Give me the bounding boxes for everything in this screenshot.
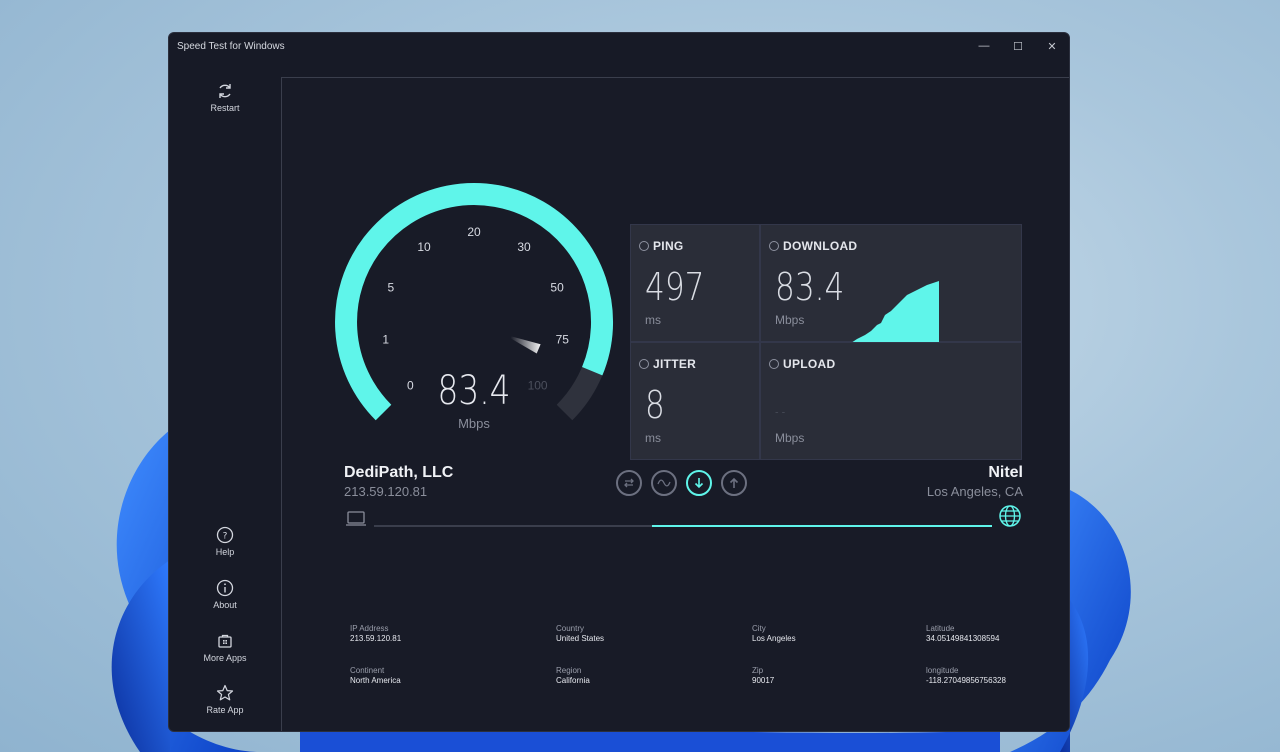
ip-address-label: IP Address: [350, 624, 389, 633]
server-location: Los Angeles, CA: [926, 484, 1023, 499]
app-window: Speed Test for Windows — ☐ ✕ Restart ? H…: [168, 32, 1070, 732]
jitter-icon: [639, 359, 649, 369]
jitter-tile: JITTER 8 ms: [630, 342, 760, 460]
download-value: 83.4: [775, 265, 845, 309]
gauge-tick-label: 50: [550, 281, 564, 295]
download-unit: Mbps: [775, 313, 805, 327]
help-icon: ?: [216, 526, 234, 544]
restart-button[interactable]: Restart: [169, 81, 281, 113]
ip-address-value: 213.59.120.81: [350, 634, 402, 643]
globe-icon: [999, 505, 1021, 527]
latitude-value: 34.05149841308594: [926, 634, 1000, 643]
maximize-button[interactable]: ☐: [1001, 33, 1035, 59]
gauge-value: 83.4: [437, 367, 510, 414]
gauge-tick-label: 75: [556, 333, 570, 347]
test-phases: [616, 470, 747, 496]
help-button[interactable]: ? Help: [169, 525, 281, 557]
zip-info: Zip 90017: [752, 666, 774, 686]
city-value: Los Angeles: [752, 634, 796, 643]
restart-icon: [219, 84, 231, 98]
jitter-value: 8: [645, 383, 665, 427]
gauge-tick-label: 0: [407, 379, 414, 393]
latitude-label: Latitude: [926, 624, 955, 633]
progress-track: [374, 525, 992, 527]
close-button[interactable]: ✕: [1035, 33, 1069, 59]
client-ip: 213.59.120.81: [344, 484, 428, 499]
restart-label: Restart: [210, 103, 240, 113]
gauge-tick-label: 30: [517, 240, 531, 254]
progress-fill: [652, 525, 992, 527]
client-info: DediPath, LLC 213.59.120.81: [344, 464, 453, 499]
city-label: City: [752, 624, 766, 633]
download-label: DOWNLOAD: [783, 239, 858, 253]
star-icon: [216, 684, 234, 701]
ping-phase-icon: [616, 470, 642, 496]
upload-icon: [769, 359, 779, 369]
gauge-tick-label: 100: [528, 379, 548, 393]
server-name: Nitel: [988, 464, 1023, 481]
title-bar: Speed Test for Windows — ☐ ✕: [169, 33, 1069, 59]
client-name: DediPath, LLC: [344, 464, 454, 481]
connection-progress: [344, 502, 1024, 528]
upload-phase-icon: [721, 470, 747, 496]
gauge-needle: [510, 336, 541, 354]
longitude-label: longitude: [926, 666, 959, 675]
gauge-unit: Mbps: [458, 416, 490, 431]
ping-tile: PING 497 ms: [630, 224, 760, 342]
upload-label: UPLOAD: [783, 357, 836, 371]
rate-app-button[interactable]: Rate App: [169, 683, 281, 715]
country-value: United States: [556, 634, 605, 643]
ping-icon: [639, 241, 649, 251]
country-label: Country: [556, 624, 585, 633]
minimize-button[interactable]: —: [967, 33, 1001, 59]
server-info: Nitel Los Angeles, CA: [927, 464, 1023, 499]
rate-app-label: Rate App: [206, 705, 244, 715]
about-label: About: [213, 600, 237, 610]
speed-gauge: 0 1 5 10 20 30 50 75 100 83.4 Mbps: [335, 182, 613, 431]
region-value: California: [556, 676, 590, 685]
ping-value: 497: [645, 265, 705, 309]
latitude-info: Latitude 34.05149841308594: [926, 624, 999, 644]
more-apps-label: More Apps: [203, 653, 247, 663]
zip-value: 90017: [752, 676, 775, 685]
ip-address-info: IP Address 213.59.120.81: [350, 624, 401, 644]
continent-label: Continent: [350, 666, 385, 675]
region-info: Region California: [556, 666, 590, 686]
longitude-value: -118.27049856756328: [926, 676, 1006, 685]
gauge-tick-label: 5: [388, 281, 395, 295]
gauge-tick-label: 1: [382, 333, 389, 347]
download-icon: [769, 241, 779, 251]
window-title: Speed Test for Windows: [177, 40, 285, 52]
ping-unit: ms: [645, 313, 661, 327]
jitter-label: JITTER: [653, 357, 697, 371]
zip-label: Zip: [752, 666, 764, 675]
download-phase-icon: [686, 470, 712, 496]
jitter-phase-icon: [651, 470, 677, 496]
help-label: Help: [215, 547, 235, 557]
continent-value: North America: [350, 676, 401, 685]
download-graph: [851, 281, 939, 343]
info-icon: [216, 579, 234, 597]
gauge-tick-label: 10: [417, 240, 431, 254]
country-info: Country United States: [556, 624, 604, 644]
upload-value: - -: [775, 405, 786, 419]
main-content: 0 1 5 10 20 30 50 75 100 83.4 Mbps PING 497 ms D…: [281, 77, 1069, 731]
store-icon: [218, 634, 232, 648]
svg-text:?: ?: [223, 532, 228, 542]
jitter-unit: ms: [645, 431, 661, 445]
gauge-tick-label: 20: [467, 225, 481, 239]
upload-tile: UPLOAD - - Mbps: [760, 342, 1022, 460]
region-label: Region: [556, 666, 582, 675]
laptop-icon: [346, 511, 366, 526]
longitude-info: longitude -118.27049856756328: [926, 666, 1006, 686]
about-button[interactable]: About: [169, 578, 281, 610]
ping-label: PING: [653, 239, 684, 253]
sidebar: Restart ? Help About More Apps Rate App: [169, 77, 281, 731]
city-info: City Los Angeles: [752, 624, 796, 644]
download-tile: DOWNLOAD 83.4 Mbps: [760, 224, 1022, 343]
upload-unit: Mbps: [775, 431, 805, 445]
continent-info: Continent North America: [350, 666, 401, 686]
more-apps-button[interactable]: More Apps: [169, 631, 281, 663]
